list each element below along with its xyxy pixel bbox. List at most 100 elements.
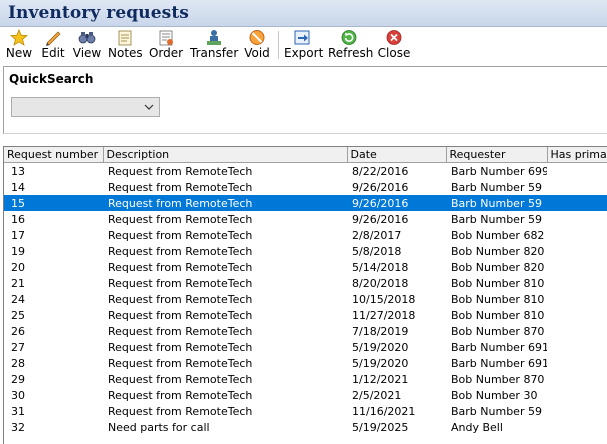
date-cell: 5/14/2018 xyxy=(352,260,409,274)
order-icon xyxy=(159,30,173,46)
date-cell: 8/22/2016 xyxy=(352,164,409,178)
request-number-cell: 32 xyxy=(11,420,25,434)
requester-cell: Barb Number 691 xyxy=(451,356,547,370)
edit-button[interactable]: Edit xyxy=(40,29,66,63)
table-row[interactable]: 30 Request from RemoteTech 2/5/2021 Bob Num… xyxy=(4,387,607,403)
has-primary-cell xyxy=(547,227,607,243)
description-cell: Request from RemoteTech xyxy=(108,260,253,274)
date-cell: 9/26/2016 xyxy=(347,195,446,211)
request-number-cell: 30 xyxy=(11,388,25,402)
column-header-request-number[interactable]: Request number xyxy=(4,147,104,163)
description-cell: Request from RemoteTech xyxy=(108,244,253,258)
close-button[interactable]: Close xyxy=(377,29,411,63)
quicksearch-panel: QuickSearch xyxy=(3,66,607,134)
new-button[interactable]: New xyxy=(4,29,34,63)
table-row[interactable]: 29 Request from RemoteTech 1/12/2021 Bob Nu… xyxy=(4,371,607,387)
requests-grid: Request number Description Date Requeste… xyxy=(3,146,607,444)
view-label: View xyxy=(72,46,102,60)
requester-cell: Bob Number 810 xyxy=(451,308,545,322)
toolbar: New Edit View Notes Order Transfer Void … xyxy=(0,27,607,64)
star-icon xyxy=(10,29,28,46)
has-primary-cell xyxy=(547,307,607,323)
column-header-has-primary[interactable]: Has primary xyxy=(547,147,607,163)
table-row[interactable]: 24 Request from RemoteTech 10/15/2018 Bob N… xyxy=(4,291,607,307)
request-number-cell: 25 xyxy=(11,308,25,322)
has-primary-cell xyxy=(547,275,607,291)
requester-cell: Bob Number 870 xyxy=(451,372,545,386)
table-row[interactable]: 28 Request from RemoteTech 5/19/2020 Barb N… xyxy=(4,355,607,371)
table-row[interactable]: 19 Request from RemoteTech 5/8/2018 Bob Num… xyxy=(4,243,607,259)
notes-button[interactable]: Notes xyxy=(108,29,143,63)
order-button[interactable]: Order xyxy=(148,29,184,63)
request-number-cell: 29 xyxy=(11,372,25,386)
refresh-label: Refresh xyxy=(328,46,374,60)
request-number-cell: 26 xyxy=(11,324,25,338)
table-row[interactable]: 16 Request from RemoteTech 9/26/2016 Barb N… xyxy=(4,211,607,227)
table-row[interactable]: 21 Request from RemoteTech 8/20/2018 Bob Nu… xyxy=(4,275,607,291)
has-primary-cell xyxy=(547,259,607,275)
date-cell: 11/16/2021 xyxy=(352,404,416,418)
date-cell: 7/18/2019 xyxy=(352,324,409,338)
description-cell: Request from RemoteTech xyxy=(108,276,253,290)
notes-label: Notes xyxy=(108,46,143,60)
date-cell: 5/19/2020 xyxy=(352,340,409,354)
view-button[interactable]: View xyxy=(72,29,102,63)
requester-cell: Barb Number 59 xyxy=(446,195,547,211)
toolbar-separator xyxy=(278,31,279,59)
description-cell: Request from RemoteTech xyxy=(103,195,347,211)
requester-cell: Barb Number 699 xyxy=(451,164,547,178)
date-cell: 5/8/2018 xyxy=(352,244,402,258)
table-row[interactable]: 32 Need parts for call 5/19/2025 Andy Bell xyxy=(4,419,607,435)
quicksearch-label: QuickSearch xyxy=(9,72,94,86)
table-row[interactable]: 26 Request from RemoteTech 7/18/2019 Bob Nu… xyxy=(4,323,607,339)
has-primary-cell xyxy=(547,403,607,419)
column-header-date[interactable]: Date xyxy=(347,147,447,163)
description-cell: Request from RemoteTech xyxy=(108,292,253,306)
description-cell: Request from RemoteTech xyxy=(108,356,253,370)
date-cell: 8/20/2018 xyxy=(352,276,409,290)
order-label: Order xyxy=(148,46,184,60)
has-primary-cell xyxy=(547,323,607,339)
requester-cell: Bob Number 820 xyxy=(451,244,545,258)
requester-cell: Barb Number 59 xyxy=(451,212,542,226)
has-primary-cell xyxy=(547,371,607,387)
quicksearch-dropdown[interactable] xyxy=(11,97,160,117)
table-row[interactable]: 13 Request from RemoteTech 8/22/2016 Barb N… xyxy=(4,163,607,180)
table-row[interactable]: 15 Request from RemoteTech 9/26/2016 Barb N… xyxy=(4,195,607,211)
date-cell: 10/15/2018 xyxy=(352,292,416,306)
table-row[interactable]: 20 Request from RemoteTech 5/14/2018 Bob Nu… xyxy=(4,259,607,275)
table-row[interactable]: 14 Request from RemoteTech 9/26/2016 Barb N… xyxy=(4,179,607,195)
transfer-button[interactable]: Transfer xyxy=(190,29,238,63)
requester-cell: Andy Bell xyxy=(451,420,503,434)
date-cell: 2/5/2021 xyxy=(352,388,402,402)
table-row[interactable]: 31 Request from RemoteTech 11/16/2021 Barb … xyxy=(4,403,607,419)
description-cell: Need parts for call xyxy=(108,420,210,434)
has-primary-cell xyxy=(547,339,607,355)
column-header-description[interactable]: Description xyxy=(103,147,348,163)
date-cell: 2/8/2017 xyxy=(352,228,402,242)
table-row[interactable]: 27 Request from RemoteTech 5/19/2020 Barb N… xyxy=(4,339,607,355)
has-primary-cell xyxy=(547,419,607,435)
table-header-row: Request number Description Date Requeste… xyxy=(4,147,607,163)
void-button[interactable]: Void xyxy=(243,29,271,63)
export-button[interactable]: Export xyxy=(284,29,323,63)
requester-cell: Barb Number 59 xyxy=(451,180,542,194)
description-cell: Request from RemoteTech xyxy=(108,404,253,418)
column-header-requester[interactable]: Requester xyxy=(446,147,548,163)
binoculars-icon xyxy=(78,32,96,44)
request-number-cell: 19 xyxy=(11,244,25,258)
description-cell: Request from RemoteTech xyxy=(108,212,253,226)
has-primary-cell xyxy=(547,211,607,227)
request-number-cell: 16 xyxy=(11,212,25,226)
close-label: Close xyxy=(377,46,411,60)
request-number-cell: 20 xyxy=(11,260,25,274)
requester-cell: Bob Number 820 xyxy=(451,260,545,274)
window-title: Inventory requests xyxy=(8,3,189,23)
request-number-cell: 31 xyxy=(11,404,25,418)
table-row[interactable]: 17 Request from RemoteTech 2/8/2017 Bob Num… xyxy=(4,227,607,243)
date-cell: 9/26/2016 xyxy=(352,212,409,226)
table-row[interactable]: 25 Request from RemoteTech 11/27/2018 Bob N… xyxy=(4,307,607,323)
refresh-button[interactable]: Refresh xyxy=(328,29,374,63)
has-primary-cell xyxy=(547,387,607,403)
edit-label: Edit xyxy=(41,46,65,60)
